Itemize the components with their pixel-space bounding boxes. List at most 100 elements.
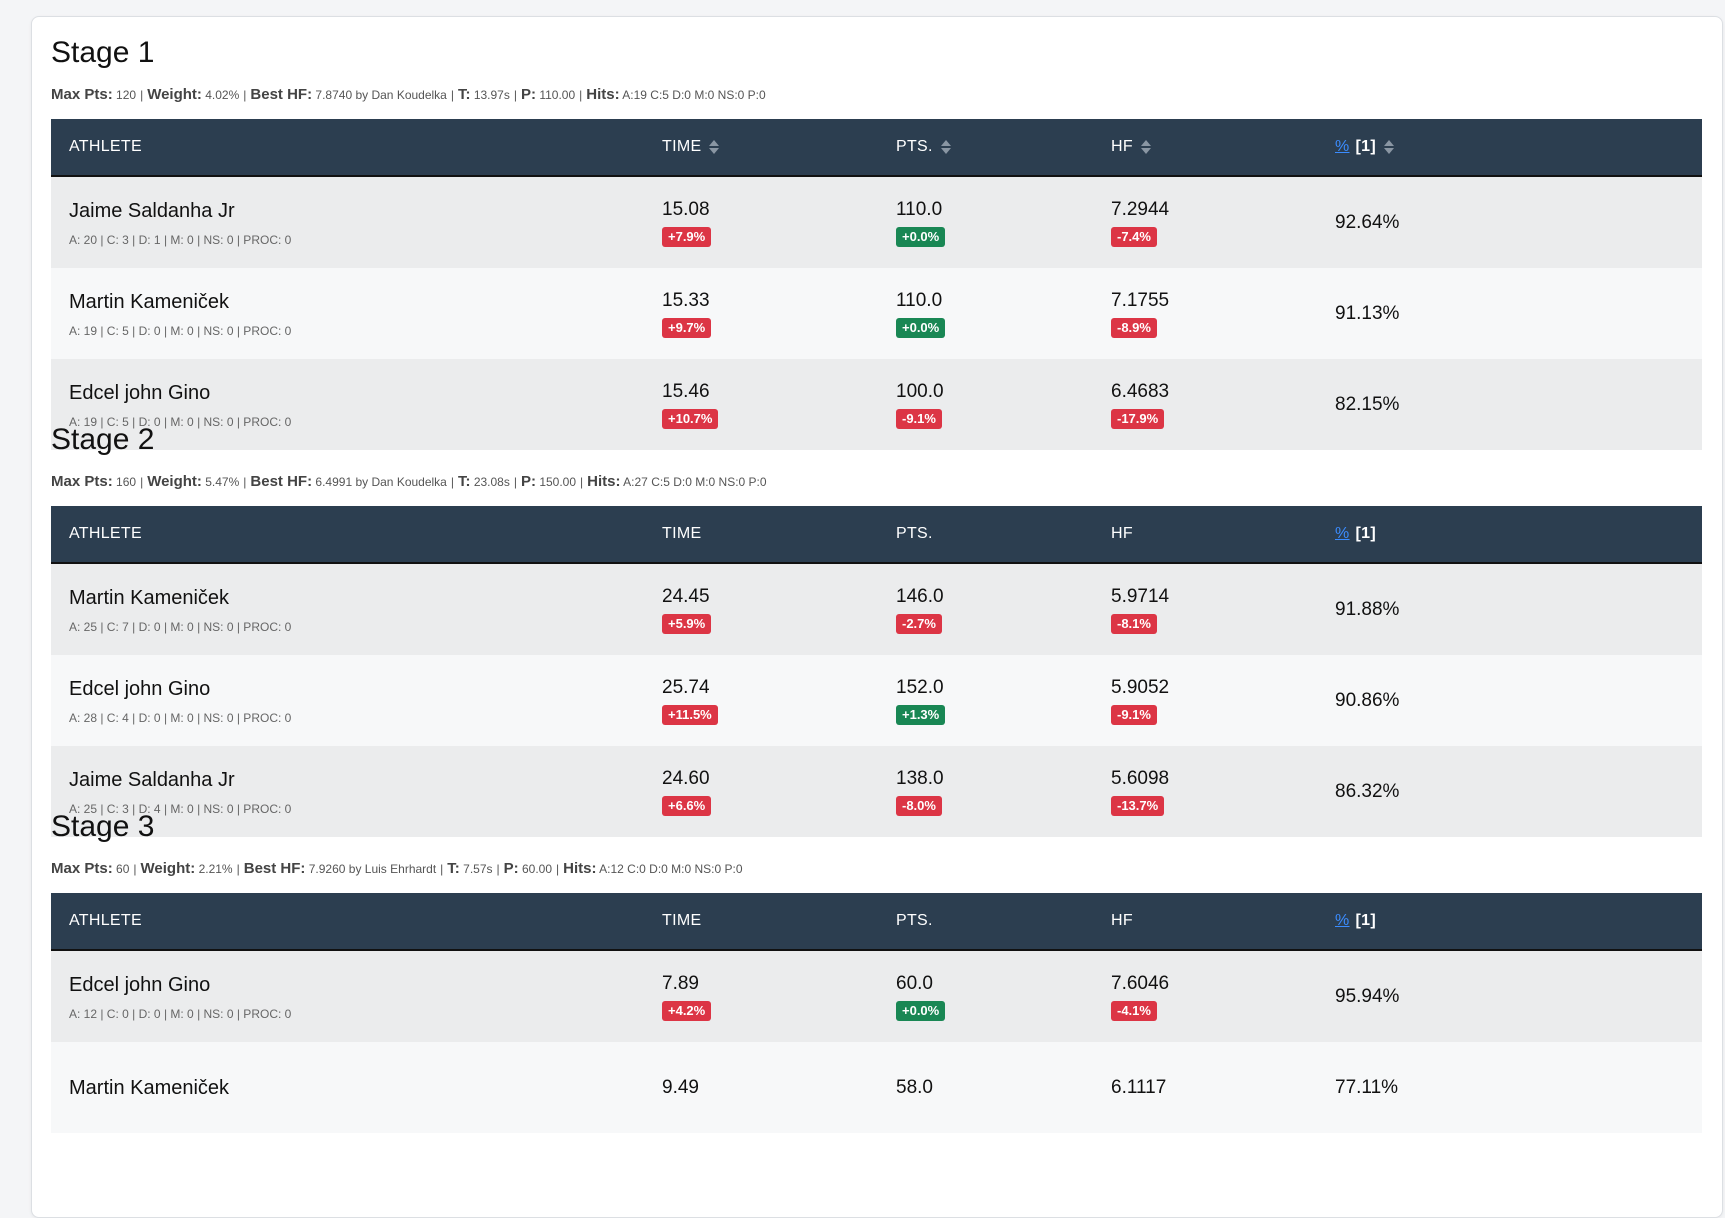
best-hf-value: 7.8740 by Dan Koudelka xyxy=(315,88,447,102)
stage-summary: Max Pts: 160 | Weight: 5.47% | Best HF: 6.49… xyxy=(51,473,767,490)
athlete-hits: A: 28 | C: 4 | D: 0 | M: 0 | NS: 0 | PRO… xyxy=(69,711,292,725)
athlete-name: Martin Kameniček xyxy=(69,291,230,313)
athlete-name: Jaime Saldanha Jr xyxy=(69,769,235,791)
stage-section: Stage 3 Max Pts: 60 | Weight: 2.21% | Best H… xyxy=(51,807,1702,1133)
hf-value: 7.6046 xyxy=(1111,972,1170,994)
hf-column-header[interactable]: HF xyxy=(1093,119,1317,177)
max-pts-value: 120 xyxy=(116,88,137,102)
time-value: 13.97s xyxy=(473,88,510,102)
max-pts-label: Max Pts: xyxy=(51,473,113,490)
athlete-name: Edcel john Gino xyxy=(69,974,211,996)
athlete-name: Edcel john Gino xyxy=(69,678,211,700)
hf-cell: 7.6046 -4.1% xyxy=(1093,950,1317,1042)
hf-value: 6.1117 xyxy=(1111,1076,1167,1098)
pts-cell: 152.0 +1.3% xyxy=(878,655,1093,746)
athlete-cell: Edcel john Gino A: 12 | C: 0 | D: 0 | M: … xyxy=(51,950,644,1042)
results-table: ATHLETE TIME PTS. HF % [1] Edcel john Gin… xyxy=(51,893,1702,1133)
athlete-cell: Martin Kameniček A: 19 | C: 5 | D: 0 | M:… xyxy=(51,268,644,359)
stage-summary: Max Pts: 120 | Weight: 4.02% | Best HF: 7.87… xyxy=(51,86,766,103)
sort-icon[interactable] xyxy=(709,139,720,155)
hf-value: 7.2944 xyxy=(1111,198,1170,220)
time-value: 15.08 xyxy=(662,198,710,220)
best-hf-label: Best HF: xyxy=(250,86,313,103)
athlete-column-header: ATHLETE xyxy=(51,119,644,177)
hf-value: 5.9714 xyxy=(1111,585,1170,607)
sort-icon[interactable] xyxy=(1140,139,1151,155)
diff-badge: -4.1% xyxy=(1111,1000,1157,1021)
table-row[interactable]: Martin Kameniček 9.49 58.0 6.1117 77.11% xyxy=(51,1042,1702,1133)
hf-cell: 5.9714 -8.1% xyxy=(1093,563,1317,655)
table-header-row: ATHLETE TIME PTS. HF % [1] xyxy=(51,893,1702,951)
weight-label: Weight: xyxy=(147,86,202,103)
table-header-row: ATHLETE TIME PTS. HF % [1] xyxy=(51,119,1702,177)
time-cell: 15.08 +7.9% xyxy=(644,176,878,268)
hf-cell: 6.1117 xyxy=(1093,1042,1317,1133)
pts-value: 58.0 xyxy=(896,1076,933,1098)
points-label: P: xyxy=(503,860,519,877)
pts-cell: 110.0 +0.0% xyxy=(878,176,1093,268)
sort-icon[interactable] xyxy=(940,139,951,155)
time-column-header[interactable]: TIME xyxy=(644,119,878,177)
best-hf-value: 6.4991 by Dan Koudelka xyxy=(315,475,447,489)
pct-value: 91.88% xyxy=(1335,598,1400,620)
athlete-hits: A: 19 | C: 5 | D: 0 | M: 0 | NS: 0 | PRO… xyxy=(69,324,292,338)
pts-column-header[interactable]: PTS. xyxy=(878,893,1093,951)
hits-value: A:19 C:5 D:0 M:0 NS:0 P:0 xyxy=(622,88,766,102)
time-value: 24.45 xyxy=(662,585,710,607)
stage-title: Stage 1 xyxy=(51,36,155,69)
table-row[interactable]: Martin Kameniček A: 25 | C: 7 | D: 0 | M:… xyxy=(51,563,1702,655)
points-label: P: xyxy=(520,473,536,490)
time-label: T: xyxy=(457,473,471,490)
max-pts-label: Max Pts: xyxy=(51,86,113,103)
hits-label: Hits: xyxy=(587,473,621,490)
time-label: T: xyxy=(457,86,471,103)
hf-cell: 5.9052 -9.1% xyxy=(1093,655,1317,746)
pts-cell: 110.0 +0.0% xyxy=(878,268,1093,359)
pct-column-header[interactable]: % [1] xyxy=(1317,119,1702,177)
diff-badge: -7.4% xyxy=(1111,226,1157,247)
table-row[interactable]: Edcel john Gino A: 12 | C: 0 | D: 0 | M: … xyxy=(51,950,1702,1042)
pct-reference-link[interactable]: % xyxy=(1335,525,1350,542)
hf-column-header[interactable]: HF xyxy=(1093,893,1317,951)
diff-badge: -8.9% xyxy=(1111,317,1157,338)
diff-badge: +0.0% xyxy=(896,226,946,247)
weight-value: 2.21% xyxy=(198,862,233,876)
table-row[interactable]: Edcel john Gino A: 28 | C: 4 | D: 0 | M: … xyxy=(51,655,1702,746)
pct-cell: 95.94% xyxy=(1317,950,1702,1042)
results-table: ATHLETE TIME PTS. HF % [1] Martin Kamenič… xyxy=(51,506,1702,837)
athlete-name: Martin Kameniček xyxy=(69,587,230,609)
pct-reference-link[interactable]: % xyxy=(1335,138,1350,155)
pct-value: 91.13% xyxy=(1335,302,1400,324)
pct-value: 95.94% xyxy=(1335,985,1400,1007)
time-column-header[interactable]: TIME xyxy=(644,506,878,564)
stage-title: Stage 2 xyxy=(51,423,155,456)
pct-value: 86.32% xyxy=(1335,780,1400,802)
best-hf-value: 7.9260 by Luis Ehrhardt xyxy=(308,862,437,876)
time-cell: 15.33 +9.7% xyxy=(644,268,878,359)
pts-cell: 58.0 xyxy=(878,1042,1093,1133)
pts-value: 110.0 xyxy=(896,289,943,311)
results-card: Stage 1 Max Pts: 120 | Weight: 4.02% | Best … xyxy=(31,16,1723,1218)
sort-icon[interactable] xyxy=(1384,139,1394,155)
hf-column-header[interactable]: HF xyxy=(1093,506,1317,564)
diff-badge: -8.1% xyxy=(1111,613,1157,634)
athlete-cell: Edcel john Gino A: 28 | C: 4 | D: 0 | M: … xyxy=(51,655,644,746)
pct-column-header[interactable]: % [1] xyxy=(1317,506,1702,564)
pts-value: 138.0 xyxy=(896,767,944,789)
athlete-name: Edcel john Gino xyxy=(69,382,211,404)
pts-column-header[interactable]: PTS. xyxy=(878,119,1093,177)
athlete-hits: A: 12 | C: 0 | D: 0 | M: 0 | NS: 0 | PRO… xyxy=(69,1007,292,1021)
table-header-row: ATHLETE TIME PTS. HF % [1] xyxy=(51,506,1702,564)
time-cell: 24.45 +5.9% xyxy=(644,563,878,655)
table-row[interactable]: Martin Kameniček A: 19 | C: 5 | D: 0 | M:… xyxy=(51,268,1702,359)
pct-cell: 77.11% xyxy=(1317,1042,1702,1133)
time-column-header[interactable]: TIME xyxy=(644,893,878,951)
pct-cell: 92.64% xyxy=(1317,176,1702,268)
pct-reference-link[interactable]: % xyxy=(1335,912,1350,929)
table-row[interactable]: Jaime Saldanha Jr A: 20 | C: 3 | D: 1 | M… xyxy=(51,176,1702,268)
hf-value: 5.9052 xyxy=(1111,676,1170,698)
diff-badge: +0.0% xyxy=(896,1000,946,1021)
pct-column-header[interactable]: % [1] xyxy=(1317,893,1702,951)
pts-column-header[interactable]: PTS. xyxy=(878,506,1093,564)
athlete-name: Martin Kameniček xyxy=(69,1077,230,1099)
